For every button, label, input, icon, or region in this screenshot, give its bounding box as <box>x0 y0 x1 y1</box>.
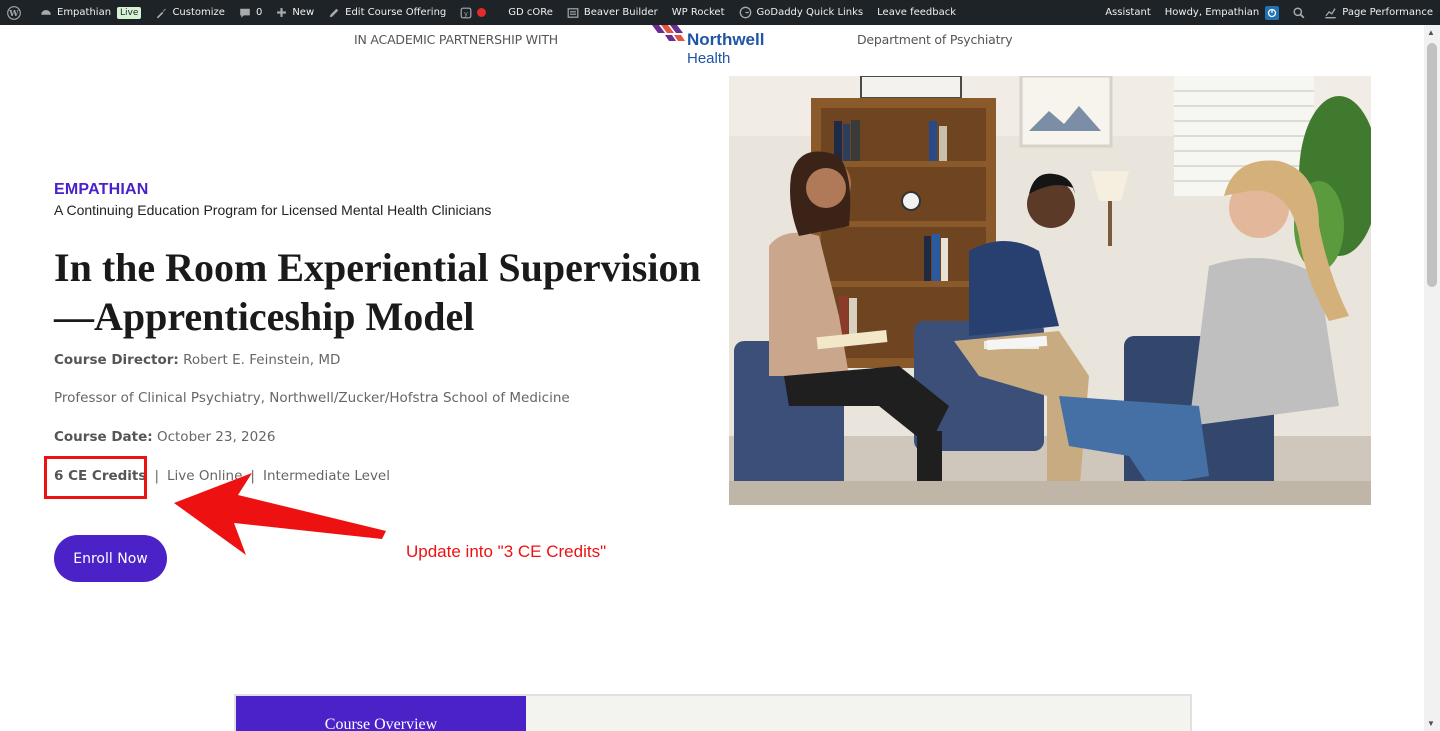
godaddy-icon <box>739 6 752 19</box>
course-director-value: Robert E. Feinstein, MD <box>183 352 341 368</box>
site-name-menu[interactable]: Empathian Live <box>33 0 148 25</box>
beaver-builder-link[interactable]: Beaver Builder <box>560 0 665 25</box>
hero-photo <box>729 76 1371 505</box>
edit-course-link[interactable]: Edit Course Offering <box>321 0 453 25</box>
annotation-arrow-icon <box>174 473 386 555</box>
course-title: In the Room Experiential Supervision —Ap… <box>54 245 701 339</box>
svg-text:W: W <box>8 8 19 18</box>
assistant-label: Assistant <box>1105 7 1151 18</box>
professor-text: Professor of Clinical Psychiatry, Northw… <box>54 390 570 406</box>
beaver-builder-icon <box>567 7 579 19</box>
beaver-builder-label: Beaver Builder <box>583 7 658 18</box>
search-icon <box>1293 6 1305 19</box>
howdy-label: Howdy, Empathian <box>1164 7 1260 18</box>
course-date-value: October 23, 2026 <box>156 429 276 445</box>
leave-feedback-label: Leave feedback <box>877 7 957 18</box>
pencil-icon <box>328 7 340 19</box>
scroll-down-arrow-icon[interactable]: ▼ <box>1427 719 1435 728</box>
course-tabs: Course Overview <box>234 694 1192 731</box>
partnership-text: IN ACADEMIC PARTNERSHIP WITH <box>354 32 558 47</box>
live-badge: Live <box>117 6 142 19</box>
scroll-up-arrow-icon[interactable]: ▲ <box>1427 28 1435 37</box>
course-date-label: Course Date: <box>54 429 153 445</box>
godaddy-links-menu[interactable]: GoDaddy Quick Links <box>732 0 871 25</box>
edit-course-label: Edit Course Offering <box>345 7 447 18</box>
course-date-row: Course Date: October 23, 2026 <box>54 429 275 445</box>
new-content-menu[interactable]: New <box>269 0 321 25</box>
annotation-text: Update into "3 CE Credits" <box>406 542 607 561</box>
tab-course-overview[interactable]: Course Overview <box>236 696 526 731</box>
page-performance-label: Page Performance <box>1342 7 1433 18</box>
separator: | <box>154 468 159 484</box>
avatar <box>1265 5 1280 20</box>
yoast-menu[interactable]: y <box>453 0 501 25</box>
status-red-dot-icon <box>477 8 487 17</box>
paintbrush-icon <box>155 7 167 19</box>
comments-count: 0 <box>255 7 263 18</box>
scroll-thumb[interactable] <box>1427 43 1437 287</box>
leave-feedback-link[interactable]: Leave feedback <box>870 0 963 25</box>
course-director-label: Course Director: <box>54 352 179 368</box>
admin-bar-right: Assistant Howdy, Empathian Page Performa… <box>1098 0 1440 25</box>
dashboard-icon <box>40 7 52 19</box>
wp-rocket-menu[interactable]: WP Rocket <box>665 0 732 25</box>
admin-search-button[interactable] <box>1286 0 1317 25</box>
customize-label: Customize <box>172 7 225 18</box>
northwell-logo[interactable]: Northwell Health <box>652 25 777 69</box>
northwell-logo-line2: Health <box>687 50 731 67</box>
svg-text:y: y <box>464 10 468 18</box>
wordpress-logo-icon: W <box>7 5 21 20</box>
site-name: Empathian <box>57 7 112 18</box>
chart-icon <box>1324 6 1337 19</box>
new-label: New <box>292 7 315 18</box>
brand-subtitle: A Continuing Education Program for Licen… <box>54 202 492 218</box>
admin-bar-left: W Empathian Live Customize 0 New Edit Co… <box>0 0 963 25</box>
plus-icon <box>276 7 287 18</box>
northwell-logo-line1: Northwell <box>687 30 765 49</box>
department-text: Department of Psychiatry <box>857 32 1013 47</box>
annotation-highlight-box <box>44 456 147 499</box>
gd-core-link[interactable]: GD cORe <box>501 0 560 25</box>
comments-link[interactable]: 0 <box>232 0 269 25</box>
page-content: IN ACADEMIC PARTNERSHIP WITH Northwell H… <box>0 25 1424 731</box>
northwell-mark-icon <box>652 25 685 41</box>
gd-core-label: GD cORe <box>508 7 553 18</box>
godaddy-links-label: GoDaddy Quick Links <box>756 7 864 18</box>
comment-icon <box>239 7 251 19</box>
course-director-row: Course Director: Robert E. Feinstein, MD <box>54 352 340 368</box>
brand-name: EMPATHIAN <box>54 181 149 198</box>
customize-link[interactable]: Customize <box>148 0 232 25</box>
account-menu[interactable]: Howdy, Empathian <box>1158 0 1286 25</box>
assistant-link[interactable]: Assistant <box>1098 0 1158 25</box>
wp-admin-bar: W Empathian Live Customize 0 New Edit Co… <box>0 0 1440 25</box>
page-performance-link[interactable]: Page Performance <box>1317 0 1440 25</box>
wordpress-menu[interactable]: W <box>0 0 33 25</box>
yoast-icon: y <box>460 7 472 19</box>
enroll-now-button[interactable]: Enroll Now <box>54 535 167 582</box>
page-scrollbar[interactable]: ▲ ▼ <box>1424 25 1440 731</box>
wp-rocket-label: WP Rocket <box>671 7 725 18</box>
